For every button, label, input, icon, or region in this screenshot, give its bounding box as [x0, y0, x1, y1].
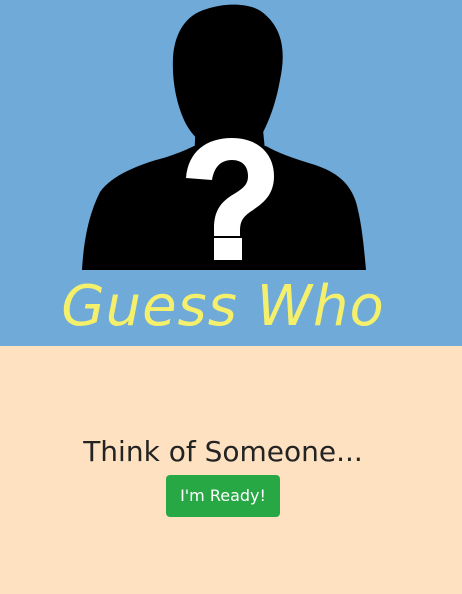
logo-title: Guess Who — [61, 274, 385, 339]
question-mark-dot — [214, 238, 242, 260]
ready-button[interactable]: I'm Ready! — [166, 475, 280, 517]
prompt-heading: Think of Someone... — [83, 435, 363, 468]
page: Guess Who Think of Someone... I'm Ready! — [0, 0, 462, 594]
main-panel: Think of Someone... I'm Ready! — [0, 346, 462, 594]
header-banner: Guess Who — [0, 0, 462, 346]
